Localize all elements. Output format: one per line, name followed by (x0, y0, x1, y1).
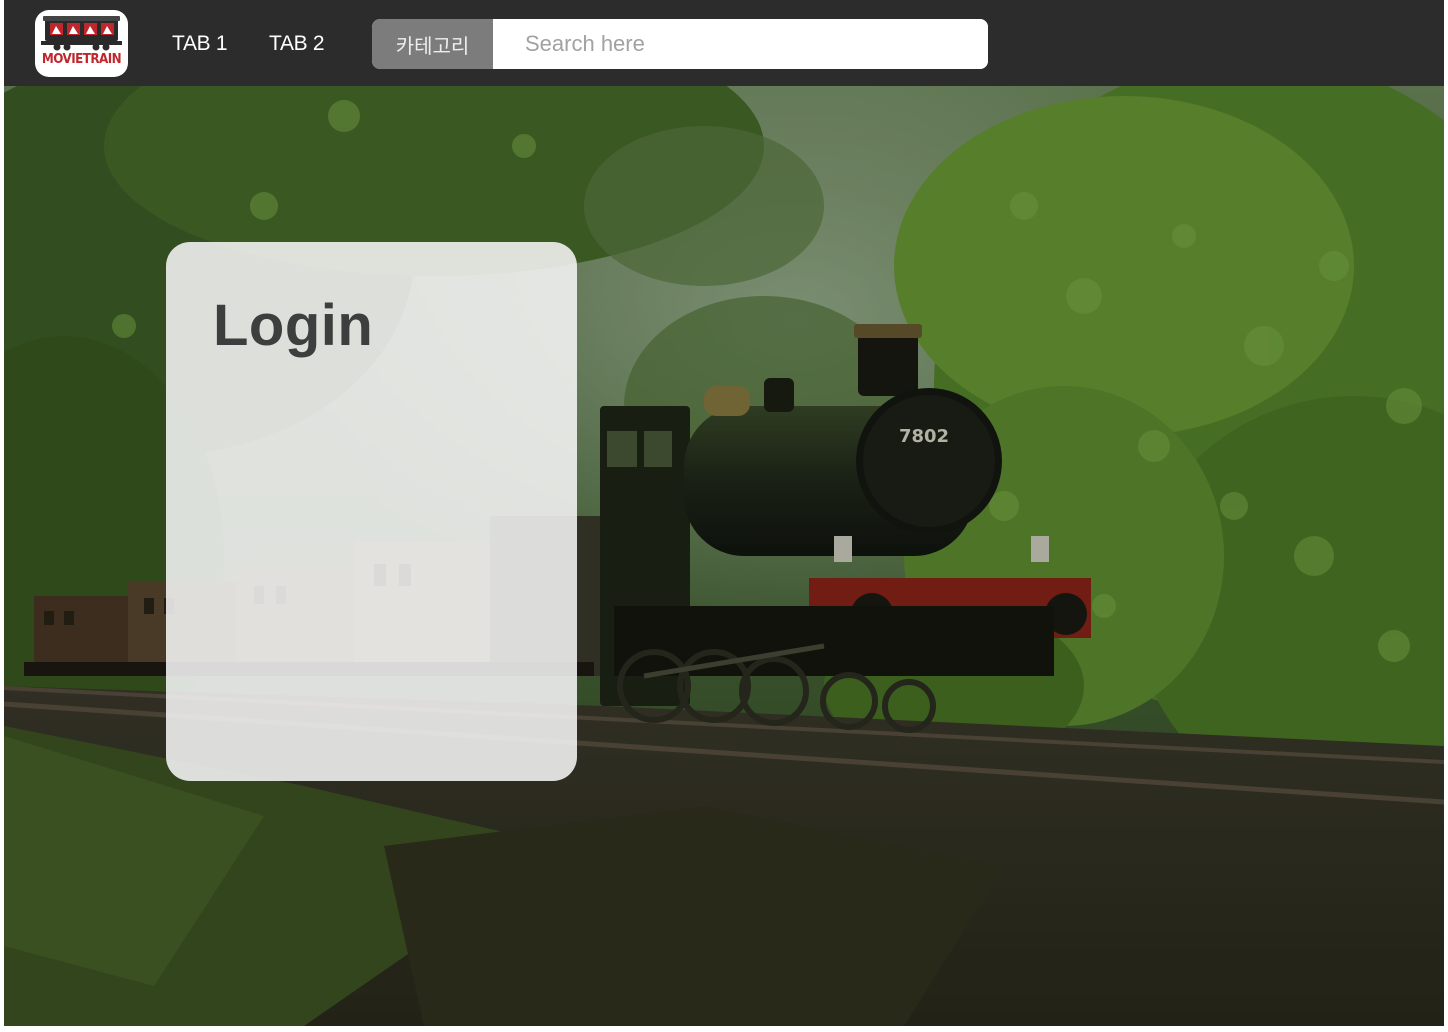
logo-wordmark: MOVIETRAIN (41, 52, 122, 67)
login-card: Login (166, 242, 577, 781)
search-bar: 카테고리 (372, 19, 988, 69)
login-title: Login (213, 293, 374, 358)
category-dropdown-button[interactable]: 카테고리 (372, 19, 493, 69)
app-frame: MOVIETRAIN TAB 1 TAB 2 카테고리 Search here … (4, 0, 1444, 1026)
tab-1[interactable]: TAB 1 (172, 30, 228, 58)
movietrain-logo[interactable]: MOVIETRAIN (35, 10, 128, 77)
search-input[interactable] (493, 19, 988, 69)
top-navbar: MOVIETRAIN TAB 1 TAB 2 카테고리 (4, 0, 1444, 86)
tab-2[interactable]: TAB 2 (269, 30, 325, 58)
